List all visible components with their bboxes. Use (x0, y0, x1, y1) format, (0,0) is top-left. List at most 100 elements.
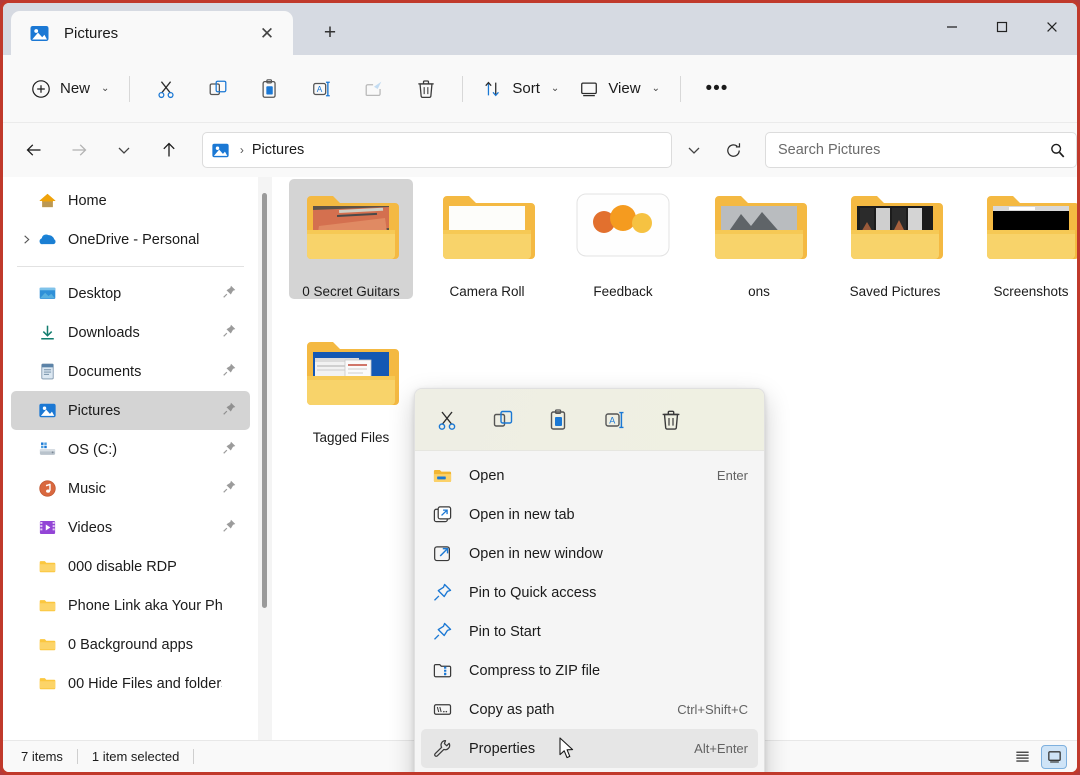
more-options-button[interactable]: ••• (695, 69, 739, 109)
rename-button[interactable]: A (300, 69, 344, 109)
folder-item-camera-roll[interactable]: Camera Roll (425, 179, 549, 299)
new-button-label: New (60, 80, 91, 97)
copy-button[interactable] (485, 402, 521, 438)
ellipsis-icon: ••• (705, 78, 729, 99)
sort-icon (485, 81, 500, 96)
sidebar-item-downloads[interactable]: Downloads (11, 313, 250, 352)
trash-icon (662, 410, 680, 430)
menu-item-pin-to-start[interactable]: Pin to Start (421, 612, 758, 651)
new-button[interactable]: New ⌄ (21, 70, 119, 108)
pin-icon[interactable] (222, 323, 244, 343)
navigation-pane-scrollbar[interactable] (258, 177, 272, 746)
chevron-right-icon[interactable] (15, 229, 37, 251)
search-box[interactable] (764, 132, 1077, 168)
scrollbar-thumb[interactable] (262, 193, 267, 608)
cut-button[interactable] (144, 69, 188, 109)
tab-pictures[interactable]: Pictures ✕ (11, 11, 293, 55)
expander-placeholder (15, 517, 37, 539)
toolbar-divider-2 (462, 75, 464, 102)
recent-locations-button[interactable] (105, 131, 142, 169)
folder-item-saved-pictures[interactable]: Saved Pictures (833, 179, 957, 299)
search-icon[interactable] (1049, 142, 1066, 159)
folder-item-tagged-files[interactable]: Tagged Files (289, 325, 413, 445)
sidebar-item-music[interactable]: Music (11, 469, 250, 508)
menu-item-open-in-new-window[interactable]: Open in new window (421, 534, 758, 573)
breadcrumb-dropdown-button[interactable] (676, 132, 711, 168)
svg-text:A: A (609, 415, 615, 425)
search-input[interactable] (777, 142, 1049, 158)
sidebar-item-desktop[interactable]: Desktop (11, 274, 250, 313)
expander-placeholder (15, 595, 37, 617)
menu-item-copy-as-path[interactable]: Copy as path Ctrl+Shift+C (421, 690, 758, 729)
sidebar-item-000-disable-rdp[interactable]: 000 disable RDP (11, 547, 250, 586)
sidebar-item-0-background-apps[interactable]: 0 Background apps (11, 625, 250, 664)
paste-icon (262, 78, 277, 98)
sidebar-item-label: Phone Link aka Your Phone (68, 597, 222, 614)
menu-item-compress-to-zip[interactable]: Compress to ZIP file (421, 651, 758, 690)
paste-button[interactable] (248, 69, 292, 109)
sidebar-item-documents[interactable]: Documents (11, 352, 250, 391)
view-toggle-group (1009, 744, 1067, 769)
maximize-button[interactable] (977, 3, 1027, 51)
back-button[interactable] (15, 131, 52, 169)
sidebar-item-videos[interactable]: Videos (11, 508, 250, 547)
menu-item-label: Open in new tab (469, 506, 575, 523)
sidebar-item-pictures[interactable]: Pictures (11, 391, 250, 430)
list-view-button[interactable] (1009, 745, 1035, 769)
sidebar-item-os-c[interactable]: OS (C:) (11, 430, 250, 469)
pictures-icon (37, 401, 57, 421)
sidebar-item-label: 00 Hide Files and folders win (68, 675, 222, 692)
menu-item-pin-to-quick-access[interactable]: Pin to Quick access (421, 573, 758, 612)
onedrive-cloud-icon (37, 230, 57, 250)
pin-icon[interactable] (222, 479, 244, 499)
folder-item-ons[interactable]: ons (697, 179, 821, 299)
pin-icon[interactable] (222, 401, 244, 421)
menu-item-open-in-new-tab[interactable]: Open in new tab (421, 495, 758, 534)
forward-button[interactable] (60, 131, 97, 169)
refresh-button[interactable] (716, 132, 751, 168)
new-tab-button[interactable]: + (311, 13, 349, 51)
title-bar: Pictures ✕ + (3, 3, 1077, 55)
up-button[interactable] (151, 131, 188, 169)
videos-icon (37, 518, 57, 538)
breadcrumb[interactable]: › Pictures (201, 132, 673, 168)
sort-button[interactable]: Sort ⌄ (473, 70, 569, 108)
menu-item-open[interactable]: Open Enter (421, 456, 758, 495)
cut-button[interactable] (429, 402, 465, 438)
sidebar-item-00-hide-files[interactable]: 00 Hide Files and folders win (11, 664, 250, 703)
folder-item-feedback[interactable]: Feedback (561, 179, 685, 299)
wrench-icon (431, 738, 453, 760)
delete-button[interactable] (404, 69, 448, 109)
folder-item-0-secret-guitars[interactable]: 0 Secret Guitars (289, 179, 413, 299)
arrow-up-icon (163, 142, 175, 157)
sidebar-item-home[interactable]: Home (11, 181, 250, 220)
menu-item-properties[interactable]: Properties Alt+Enter (421, 729, 758, 768)
share-button[interactable] (352, 69, 396, 109)
paste-button[interactable] (541, 402, 577, 438)
delete-button[interactable] (653, 402, 689, 438)
sidebar-item-onedrive[interactable]: OneDrive - Personal (11, 220, 250, 259)
view-button[interactable]: View ⌄ (569, 70, 670, 108)
item-count: 7 items (21, 749, 63, 764)
copy-button[interactable] (196, 69, 240, 109)
pin-icon[interactable] (222, 362, 244, 382)
minimize-button[interactable] (927, 3, 977, 51)
menu-item-accelerator: Ctrl+Shift+C (677, 702, 748, 717)
pin-icon[interactable] (222, 440, 244, 460)
pin-icon[interactable] (222, 518, 244, 538)
breadcrumb-current[interactable]: Pictures (252, 142, 304, 158)
large-icons-view-button[interactable] (1041, 744, 1067, 769)
close-button[interactable] (1027, 3, 1077, 51)
close-icon[interactable]: ✕ (253, 19, 281, 47)
navigation-pane: Home OneDrive - Personal Desktop Downloa… (3, 177, 258, 746)
rename-button[interactable]: A (597, 402, 633, 438)
status-divider-2 (193, 749, 195, 764)
folder-item-screenshots[interactable]: Screenshots (969, 179, 1077, 299)
large-icons-view-icon (1047, 751, 1061, 763)
folder-thumbnail (843, 188, 947, 274)
rename-icon: A (313, 81, 331, 96)
pin-icon[interactable] (222, 284, 244, 304)
folder-thumbnail (299, 188, 403, 274)
main-area: Home OneDrive - Personal Desktop Downloa… (3, 177, 1077, 772)
sidebar-item-phone-link[interactable]: Phone Link aka Your Phone (11, 586, 250, 625)
